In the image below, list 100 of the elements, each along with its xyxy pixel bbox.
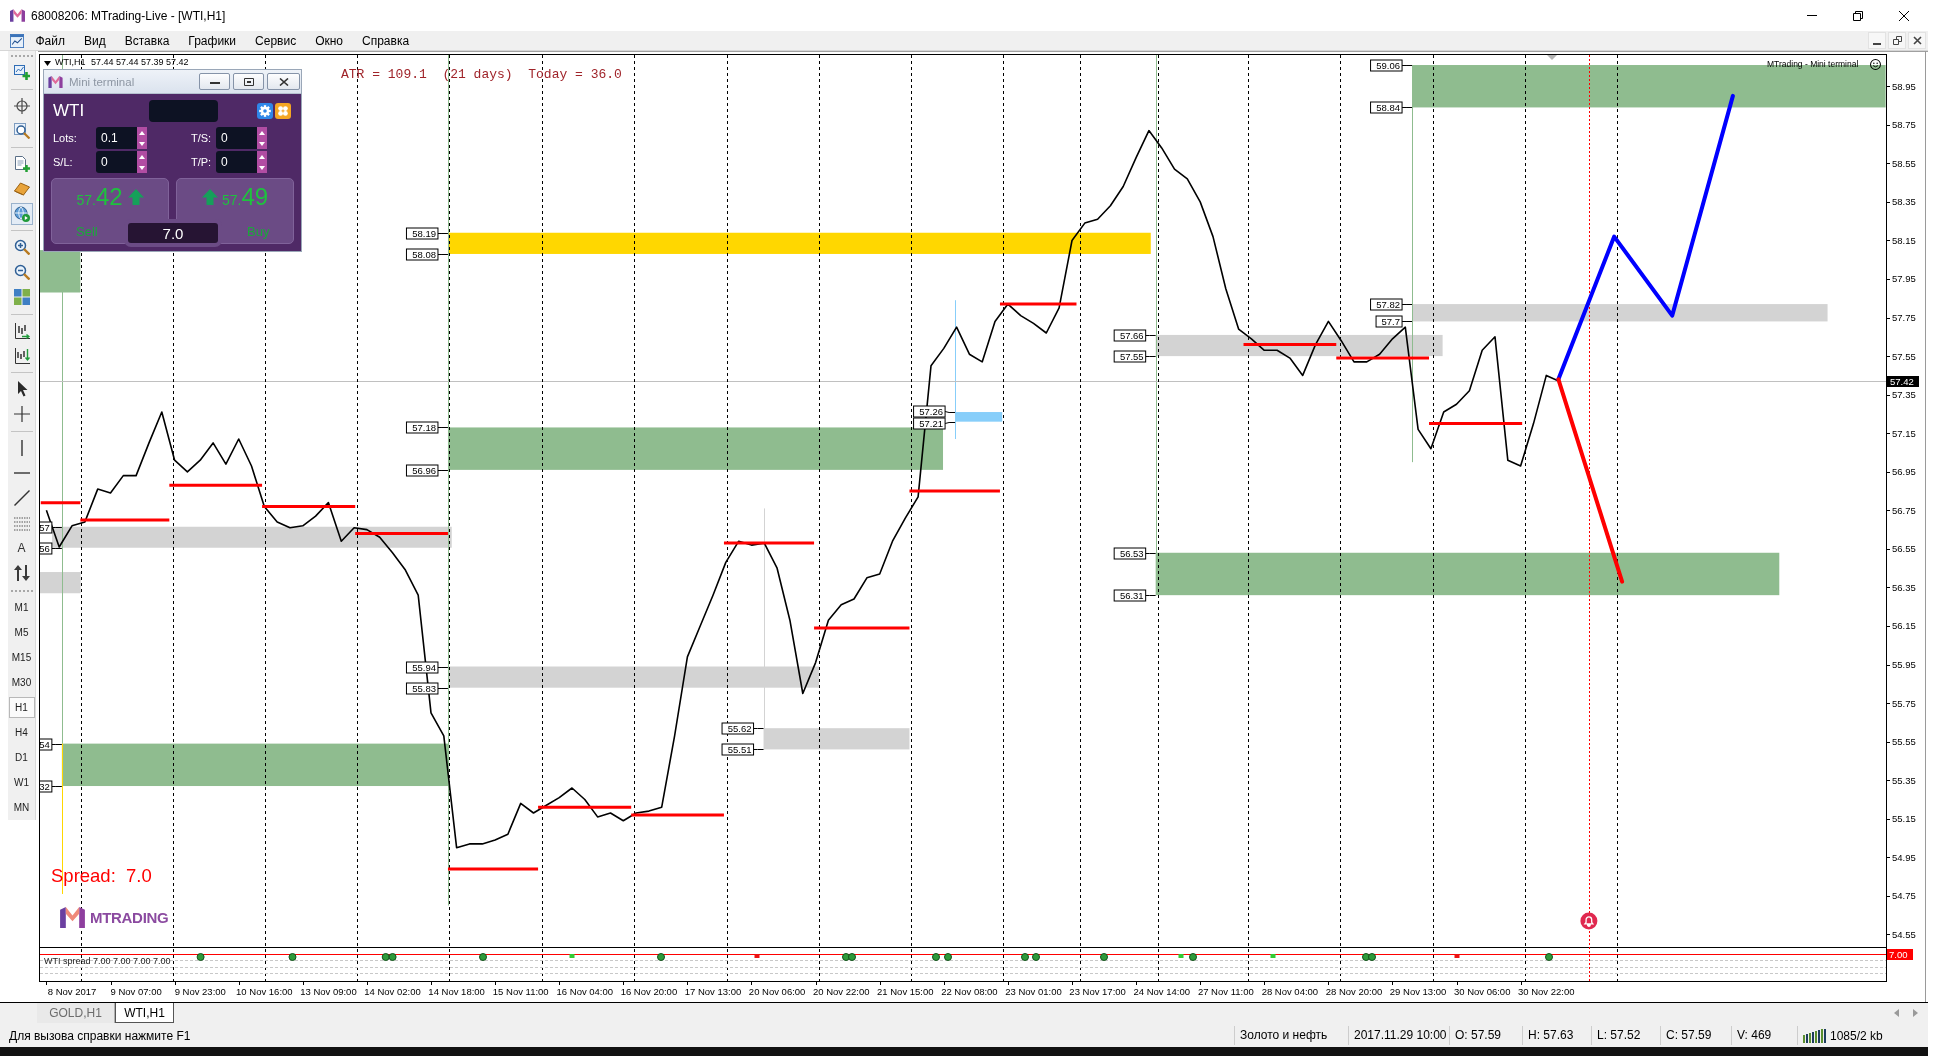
annotation: 57.66 — [1119, 330, 1144, 341]
chart-shift-icon[interactable] — [13, 322, 30, 339]
signal-marker-icon — [944, 953, 952, 961]
price-axis-label: 56.55 — [1892, 543, 1916, 555]
menu-item[interactable]: Вставка — [115, 31, 179, 50]
price-label: 58.84 — [1370, 101, 1403, 114]
price-axis-label: 58.15 — [1892, 234, 1916, 246]
price-label: 58.19 — [405, 227, 439, 240]
diagonal-line-icon[interactable] — [13, 489, 30, 506]
menu-item[interactable]: Окно — [305, 31, 353, 50]
number-field[interactable]: 0 — [96, 151, 137, 173]
restore-button[interactable] — [233, 73, 264, 90]
decrement-button[interactable] — [137, 162, 147, 173]
caret-down-icon — [139, 165, 145, 170]
status-field: Золото и нефть — [1234, 1026, 1348, 1045]
display-field — [149, 100, 218, 122]
settings-icon[interactable] — [257, 103, 273, 119]
minimize-icon — [209, 82, 220, 84]
target-icon[interactable] — [13, 97, 30, 114]
annotation: 55.51 — [727, 744, 752, 755]
shift-marker-icon[interactable] — [1547, 55, 1557, 60]
signal-marker-icon — [657, 953, 665, 961]
signal-marker-icon — [196, 953, 205, 961]
field-label: S/L: — [52, 156, 74, 168]
caret-down-icon — [259, 165, 265, 170]
tile-windows-icon[interactable] — [13, 288, 30, 305]
date-axis-label: 28 Nov 20:00 — [1325, 986, 1383, 997]
price-axis-label: 55.75 — [1892, 697, 1916, 709]
timeframe-button[interactable]: H1 — [8, 697, 35, 718]
eraser-icon[interactable] — [13, 180, 30, 197]
price-label: 57.7 — [1375, 315, 1403, 328]
timeframe-button[interactable]: W1 — [8, 772, 35, 793]
scroll-left-icon[interactable] — [1894, 1009, 1899, 1017]
chart-window-icon[interactable] — [10, 33, 24, 48]
add-chart-icon[interactable] — [13, 63, 30, 80]
menu-item[interactable]: Справка — [352, 31, 419, 50]
increment-button[interactable] — [257, 127, 267, 138]
text-tool-button[interactable]: A — [17, 540, 26, 555]
timeframe-button[interactable]: M1 — [8, 597, 35, 618]
increment-button[interactable] — [137, 127, 147, 138]
chart-tab[interactable]: WTI,H1 — [115, 1003, 174, 1023]
current-price-label: 57.42 — [1887, 376, 1919, 387]
scroll-right-icon[interactable] — [1913, 1009, 1918, 1017]
price-label: 55.51 — [721, 743, 755, 756]
price-axis-label: 57.35 — [1892, 389, 1916, 401]
timeframe-button[interactable]: D1 — [8, 747, 35, 768]
minimize-button[interactable] — [199, 73, 230, 90]
field-label: Lots: — [52, 132, 78, 144]
signal-marker-icon — [1032, 953, 1040, 961]
date-axis-label: 17 Nov 13:00 — [684, 986, 742, 997]
decrement-button[interactable] — [257, 138, 267, 149]
price-axis-label: 57.75 — [1892, 311, 1916, 323]
timeframe-button[interactable]: MN — [8, 797, 35, 818]
price-label: 59.06 — [1370, 59, 1403, 72]
date-axis-label: 23 Nov 17:00 — [1069, 986, 1126, 997]
timeframe-button[interactable]: M15 — [8, 647, 35, 668]
annotation: 55.94 — [412, 662, 436, 673]
window-title: 68008206: MTrading-Live - [WTI,H1] — [31, 8, 226, 23]
close-button[interactable] — [267, 73, 300, 90]
annotation: 58.19 — [412, 228, 436, 239]
timeframe-button[interactable]: M5 — [8, 622, 35, 643]
number-field[interactable]: 0.1 — [96, 127, 137, 149]
zoom-out-icon[interactable] — [13, 263, 30, 280]
menu-item[interactable]: Сервис — [245, 31, 306, 50]
timeframe-button[interactable]: H4 — [8, 722, 35, 743]
date-axis-label: 30 Nov 22:00 — [1518, 986, 1575, 997]
price-axis-label: 54.75 — [1892, 890, 1916, 902]
minimize-icon — [1873, 42, 1881, 45]
menu-item[interactable]: Файл — [26, 31, 75, 50]
number-field[interactable]: 0 — [216, 151, 257, 173]
menu-item[interactable]: Графики — [178, 31, 246, 50]
autoscroll-icon[interactable] — [13, 347, 30, 364]
price-axis-label: 55.35 — [1892, 774, 1916, 786]
caret-down-icon[interactable] — [44, 61, 51, 66]
chart-tab[interactable]: GOLD,H1 — [37, 1003, 115, 1023]
status-field: V: 469 — [1731, 1026, 1797, 1045]
menu-item[interactable]: Вид — [74, 31, 116, 50]
decrement-button[interactable] — [257, 162, 267, 173]
date-axis-label: 28 Nov 04:00 — [1261, 986, 1319, 997]
increment-button[interactable] — [137, 151, 147, 162]
price-label: 56.53 — [1113, 547, 1147, 560]
caret-up-icon — [259, 130, 265, 135]
magnifier-chart-icon[interactable] — [13, 122, 30, 139]
four-circles-icon[interactable] — [275, 103, 291, 119]
timeframe-button[interactable]: M30 — [8, 672, 35, 693]
decrement-button[interactable] — [137, 138, 147, 149]
globe-icon[interactable] — [10, 202, 33, 225]
close-icon — [278, 77, 289, 86]
signal-marker-icon — [754, 954, 760, 958]
zoom-in-icon[interactable] — [13, 238, 30, 255]
increment-button[interactable] — [257, 151, 267, 162]
new-document-icon[interactable] — [13, 155, 30, 172]
caret-down-icon — [259, 141, 265, 146]
alert-bell-icon[interactable] — [1580, 912, 1598, 930]
crosshair-icon[interactable] — [13, 405, 30, 422]
date-axis-label: 8 Nov 2017 — [47, 986, 97, 997]
caret-up-icon — [259, 154, 265, 159]
status-field: 2017.11.29 10:00 — [1348, 1026, 1449, 1045]
up-down-arrows-icon[interactable] — [13, 564, 30, 581]
number-field[interactable]: 0 — [216, 127, 257, 149]
